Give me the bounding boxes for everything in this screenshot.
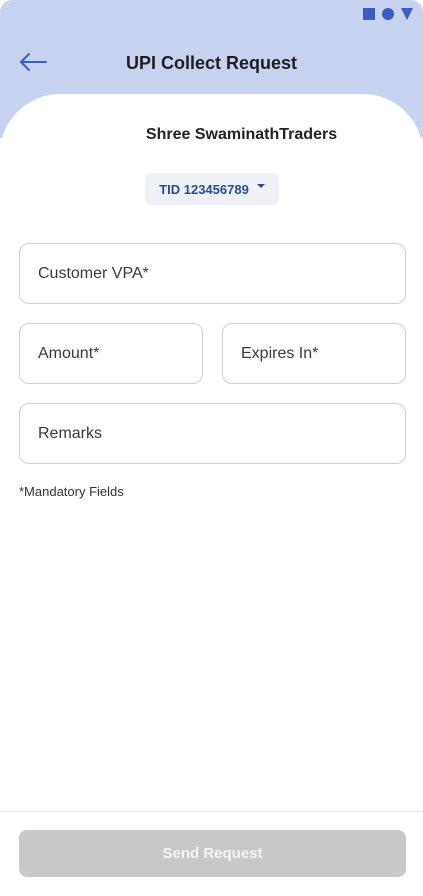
remarks-field[interactable] — [19, 403, 406, 464]
customer-vpa-field[interactable] — [19, 243, 406, 304]
footer-divider — [0, 811, 423, 812]
mandatory-note: *Mandatory Fields — [19, 484, 124, 499]
amount-field[interactable] — [19, 323, 203, 384]
tid-label: TID 123456789 — [159, 181, 249, 197]
tid-selector[interactable]: TID 123456789 — [145, 173, 279, 205]
status-bar — [0, 0, 423, 28]
expires-in-input[interactable] — [241, 344, 405, 363]
merchant-name: Shree SwaminathTraders — [145, 126, 338, 143]
chevron-down-icon — [256, 184, 265, 188]
expires-in-field[interactable] — [222, 323, 406, 384]
triangle-icon — [401, 8, 413, 20]
page-title: UPI Collect Request — [125, 53, 298, 73]
remarks-input[interactable] — [38, 424, 405, 443]
send-request-button[interactable]: Send Request — [19, 830, 406, 877]
amount-input[interactable] — [38, 344, 202, 363]
square-icon — [363, 8, 375, 20]
customer-vpa-input[interactable] — [38, 264, 405, 283]
circle-icon — [382, 8, 394, 20]
status-icons — [363, 8, 413, 20]
